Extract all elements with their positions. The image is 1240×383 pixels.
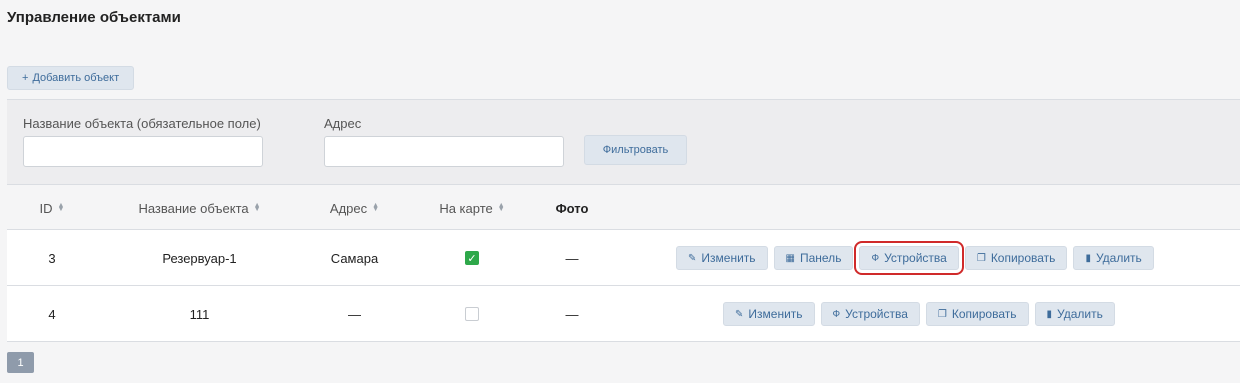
row-id: 4 <box>48 306 56 322</box>
sort-icon: ▲ ▼ <box>372 202 380 213</box>
sort-icon: ▲ ▼ <box>253 202 261 213</box>
copy-label: Копировать <box>990 251 1056 265</box>
copy-icon: ❐ <box>937 308 947 320</box>
device-icon: Ф <box>832 308 841 320</box>
row-actions: ✎ Изменить ▦ Панель Ф Устройства ❐ Копироват… <box>676 241 1154 275</box>
delete-button[interactable]: ▮ Удалить <box>1034 302 1115 326</box>
address-filter-input[interactable] <box>324 136 564 167</box>
copy-icon: ❐ <box>976 252 986 264</box>
objects-table: ID ▲ ▼ Название объекта ▲ ▼ Адрес ▲ ▼ На ка… <box>7 184 1240 342</box>
add-object-button[interactable]: + Добавить объект <box>7 66 135 90</box>
edit-label: Изменить <box>701 251 756 265</box>
devices-button[interactable]: Ф Устройства <box>820 302 920 326</box>
device-icon: Ф <box>871 252 880 264</box>
address-filter-label: Адрес <box>324 116 362 131</box>
name-filter-input[interactable] <box>23 136 263 167</box>
col-address-header[interactable]: Адрес ▲ ▼ <box>307 185 402 231</box>
table-row: 3 Резервуар-1 Самара ✓ — ✎ Изменить ▦ Пане… <box>7 230 1240 286</box>
map-checkbox-unchecked[interactable] <box>465 307 479 321</box>
copy-button[interactable]: ❐ Копировать <box>925 302 1029 326</box>
pencil-icon: ✎ <box>735 308 744 320</box>
edit-label: Изменить <box>748 307 803 321</box>
col-map-label: На карте <box>439 200 493 216</box>
panel-label: Панель <box>799 251 842 265</box>
sort-icon: ▲ ▼ <box>57 202 65 213</box>
col-photo-header: Фото <box>532 185 612 231</box>
pagination-page-1[interactable]: 1 <box>7 352 34 373</box>
edit-button[interactable]: ✎ Изменить <box>723 302 815 326</box>
filter-button[interactable]: Фильтровать <box>584 135 687 165</box>
devices-label: Устройства <box>845 307 908 321</box>
dashboard-icon: ▦ <box>785 252 795 264</box>
pencil-icon: ✎ <box>688 252 697 264</box>
row-name: Резервуар-1 <box>162 250 237 266</box>
add-object-label: Добавить объект <box>32 72 120 84</box>
edit-button[interactable]: ✎ Изменить <box>676 246 768 270</box>
row-photo: — <box>565 250 579 266</box>
copy-button[interactable]: ❐ Копировать <box>964 246 1068 270</box>
delete-label: Удалить <box>1057 307 1103 321</box>
delete-label: Удалить <box>1095 251 1142 265</box>
col-id-header[interactable]: ID ▲ ▼ <box>17 185 87 231</box>
devices-label: Устройства <box>884 251 947 265</box>
col-id-label: ID <box>39 200 53 216</box>
col-name-label: Название объекта <box>138 200 249 216</box>
col-address-label: Адрес <box>329 200 368 216</box>
plus-icon: + <box>22 72 29 84</box>
filter-panel: Название объекта (обязательное поле) Адр… <box>7 99 1240 184</box>
checkmark-icon: ✓ <box>467 252 477 265</box>
devices-button[interactable]: Ф Устройства <box>854 241 964 275</box>
copy-label: Копировать <box>951 307 1017 321</box>
row-on-map[interactable]: ✓ <box>417 230 527 286</box>
col-map-header[interactable]: На карте ▲ ▼ <box>417 185 527 231</box>
row-id: 3 <box>48 250 56 266</box>
name-filter-label: Название объекта (обязательное поле) <box>23 116 261 131</box>
col-name-header[interactable]: Название объекта ▲ ▼ <box>107 185 292 231</box>
panel-button[interactable]: ▦ Панель <box>773 246 854 270</box>
col-photo-label: Фото <box>555 200 589 216</box>
delete-button[interactable]: ▮ Удалить <box>1073 246 1154 270</box>
row-name: 111 <box>189 306 210 322</box>
page-title: Управление объектами <box>7 9 181 26</box>
map-checkbox-checked[interactable]: ✓ <box>465 251 479 265</box>
row-on-map[interactable] <box>417 286 527 342</box>
row-address: — <box>348 306 361 322</box>
row-address: Самара <box>330 250 379 266</box>
trash-icon: ▮ <box>1085 252 1091 264</box>
row-photo: — <box>565 306 579 322</box>
table-header: ID ▲ ▼ Название объекта ▲ ▼ Адрес ▲ ▼ На ка… <box>7 184 1240 230</box>
table-row: 4 111 — — ✎ Изменить Ф Устройства ❐ Копиров… <box>7 286 1240 342</box>
sort-icon: ▲ ▼ <box>497 202 505 213</box>
row-actions: ✎ Изменить Ф Устройства ❐ Копировать ▮ Удали… <box>723 302 1115 326</box>
trash-icon: ▮ <box>1046 308 1053 320</box>
